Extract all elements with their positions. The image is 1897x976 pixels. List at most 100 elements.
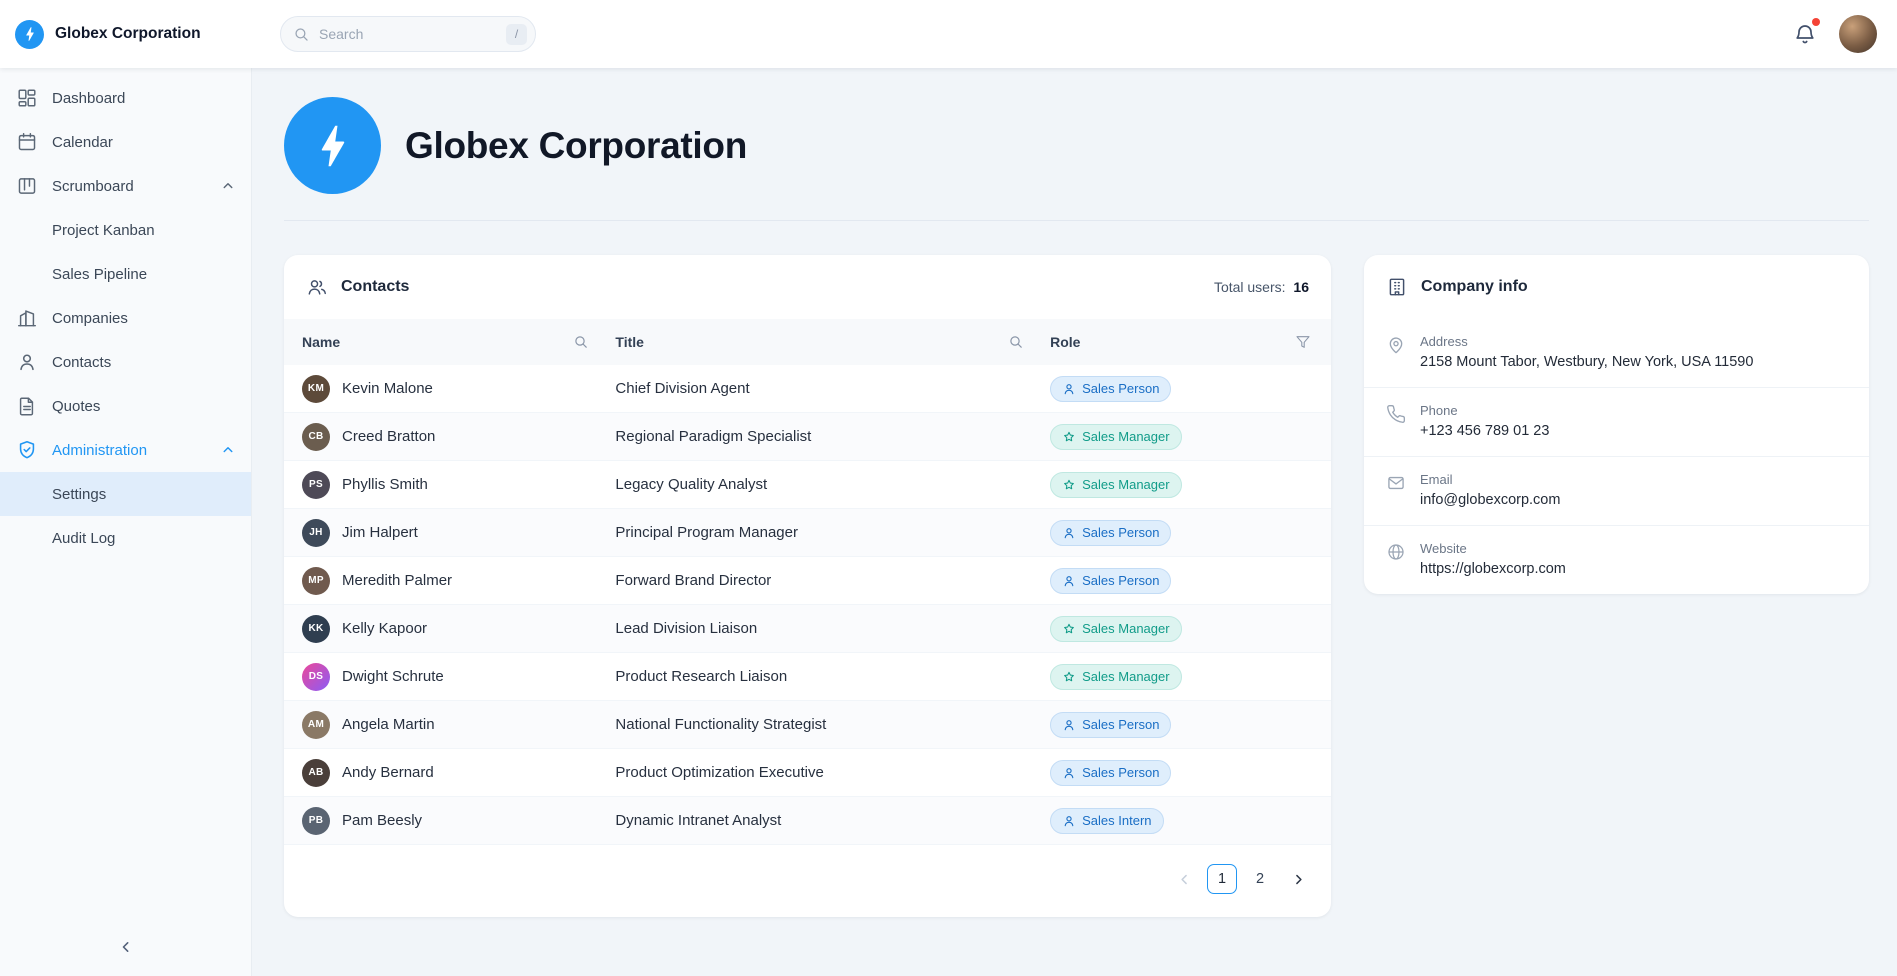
- sidebar-item-companies[interactable]: Companies: [0, 296, 251, 340]
- contact-title: Dynamic Intranet Analyst: [615, 812, 1050, 829]
- contact-name-cell: AMAngela Martin: [302, 711, 615, 739]
- notification-dot: [1812, 18, 1820, 26]
- info-label: Phone: [1420, 403, 1549, 418]
- star-icon: [1062, 670, 1076, 684]
- contact-role-cell: Sales Person: [1050, 760, 1313, 786]
- chevron-left-icon: [1175, 870, 1194, 889]
- company-info-row-email: Emailinfo@globexcorp.com: [1364, 457, 1869, 526]
- search-icon: [293, 26, 310, 43]
- pagination-pages: 12: [1207, 864, 1275, 894]
- table-row[interactable]: KKKelly KapoorLead Division LiaisonSales…: [284, 605, 1331, 653]
- table-row[interactable]: DSDwight SchruteProduct Research Liaison…: [284, 653, 1331, 701]
- contact-role-cell: Sales Intern: [1050, 808, 1313, 834]
- sidebar-item-settings[interactable]: Settings: [0, 472, 251, 516]
- brand[interactable]: Globex Corporation: [0, 20, 252, 49]
- previous-page-button[interactable]: [1169, 864, 1199, 894]
- info-value: 2158 Mount Tabor, Westbury, New York, US…: [1420, 354, 1753, 370]
- role-badge-label: Sales Intern: [1082, 813, 1151, 828]
- board-icon: [16, 175, 38, 197]
- title-column-search-icon[interactable]: [1008, 334, 1024, 350]
- contact-name: Angela Martin: [342, 716, 435, 733]
- sidebar-item-quotes[interactable]: Quotes: [0, 384, 251, 428]
- contact-name: Pam Beesly: [342, 812, 422, 829]
- content-row: Contacts Total users: 16 Name Title Role: [284, 255, 1869, 917]
- contact-name-cell: DSDwight Schrute: [302, 663, 615, 691]
- contact-name: Jim Halpert: [342, 524, 418, 541]
- sidebar-collapse-button[interactable]: [0, 918, 251, 976]
- bolt-icon: [21, 25, 39, 43]
- notifications-button[interactable]: [1786, 15, 1824, 53]
- total-users-value: 16: [1293, 279, 1309, 295]
- chevron-up-icon: [219, 441, 237, 459]
- page-title: Globex Corporation: [405, 125, 747, 167]
- column-label-role: Role: [1050, 334, 1080, 350]
- role-badge: Sales Intern: [1050, 808, 1163, 834]
- sidebar-item-sales-pipeline[interactable]: Sales Pipeline: [0, 252, 251, 296]
- role-badge-label: Sales Person: [1082, 573, 1159, 588]
- contact-role-cell: Sales Person: [1050, 520, 1313, 546]
- contact-title: National Functionality Strategist: [615, 716, 1050, 733]
- table-row[interactable]: KMKevin MaloneChief Division AgentSales …: [284, 365, 1331, 413]
- person-icon: [1062, 574, 1076, 588]
- sidebar-item-project-kanban[interactable]: Project Kanban: [0, 208, 251, 252]
- role-badge-label: Sales Person: [1082, 765, 1159, 780]
- contact-avatar: PS: [302, 471, 330, 499]
- dashboard-icon: [16, 87, 38, 109]
- header-divider: [284, 220, 1869, 221]
- search-bar[interactable]: /: [280, 16, 536, 52]
- contacts-icon: [16, 351, 38, 373]
- info-text: Phone+123 456 789 01 23: [1420, 403, 1549, 439]
- role-badge-label: Sales Person: [1082, 717, 1159, 732]
- page-button-1[interactable]: 1: [1207, 864, 1237, 894]
- topbar: Globex Corporation /: [0, 0, 1897, 68]
- contact-avatar: MP: [302, 567, 330, 595]
- sidebar-item-audit-log[interactable]: Audit Log: [0, 516, 251, 560]
- next-page-button[interactable]: [1283, 864, 1313, 894]
- contact-title: Regional Paradigm Specialist: [615, 428, 1050, 445]
- person-icon: [1062, 382, 1076, 396]
- phone-icon: [1386, 404, 1406, 424]
- contact-name: Kelly Kapoor: [342, 620, 427, 637]
- main-content: Globex Corporation Contacts Total users:…: [252, 0, 1897, 917]
- contact-name: Andy Bernard: [342, 764, 434, 781]
- table-row[interactable]: JHJim HalpertPrincipal Program ManagerSa…: [284, 509, 1331, 557]
- role-badge: Sales Person: [1050, 760, 1171, 786]
- contacts-table-body: KMKevin MaloneChief Division AgentSales …: [284, 365, 1331, 845]
- contact-name: Meredith Palmer: [342, 572, 452, 589]
- name-column-search-icon[interactable]: [573, 334, 589, 350]
- table-row[interactable]: PSPhyllis SmithLegacy Quality AnalystSal…: [284, 461, 1331, 509]
- table-row[interactable]: MPMeredith PalmerForward Brand DirectorS…: [284, 557, 1331, 605]
- company-info-title: Company info: [1421, 278, 1528, 296]
- contact-avatar: AB: [302, 759, 330, 787]
- sidebar: DashboardCalendarScrumboardProject Kanba…: [0, 68, 252, 976]
- users-icon: [306, 276, 328, 298]
- search-input[interactable]: [319, 26, 497, 42]
- company-header: Globex Corporation: [284, 97, 1869, 194]
- sidebar-item-scrumboard[interactable]: Scrumboard: [0, 164, 251, 208]
- sidebar-item-administration[interactable]: Administration: [0, 428, 251, 472]
- column-header-role: Role: [1050, 334, 1313, 350]
- contact-name: Creed Bratton: [342, 428, 435, 445]
- contact-avatar: PB: [302, 807, 330, 835]
- contact-name-cell: AB Andy Bernard: [302, 759, 615, 787]
- table-row[interactable]: ABAndy BernardProduct Optimization Execu…: [284, 749, 1331, 797]
- pagination: 12: [284, 845, 1331, 917]
- table-row[interactable]: PB Pam Beesly Dynamic Intranet Analyst Sale…: [284, 797, 1331, 845]
- brand-name: Globex Corporation: [55, 25, 201, 43]
- role-badge: Sales Person: [1050, 520, 1171, 546]
- role-filter-icon[interactable]: [1295, 334, 1311, 350]
- topbar-actions: [1786, 15, 1897, 53]
- info-value: info@globexcorp.com: [1420, 492, 1560, 508]
- table-row[interactable]: AMAngela MartinNational Functionality St…: [284, 701, 1331, 749]
- sidebar-item-calendar[interactable]: Calendar: [0, 120, 251, 164]
- contact-title: Lead Division Liaison: [615, 620, 1050, 637]
- user-avatar[interactable]: [1839, 15, 1877, 53]
- page-button-2[interactable]: 2: [1245, 864, 1275, 894]
- role-badge: Sales Person: [1050, 712, 1171, 738]
- table-row[interactable]: CBCreed BrattonRegional Paradigm Special…: [284, 413, 1331, 461]
- contacts-card-title: Contacts: [341, 278, 409, 296]
- chevron-left-icon: [116, 937, 136, 957]
- sidebar-item-dashboard[interactable]: Dashboard: [0, 76, 251, 120]
- sidebar-item-contacts[interactable]: Contacts: [0, 340, 251, 384]
- role-badge: Sales Manager: [1050, 616, 1181, 642]
